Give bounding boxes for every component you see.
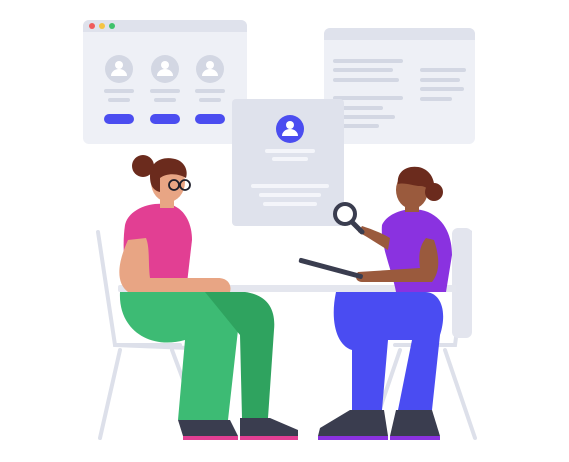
hair-bun	[425, 183, 443, 201]
window-close-dot	[89, 23, 95, 29]
left-shoe	[178, 420, 238, 436]
left-shoe	[318, 410, 388, 436]
window-titlebar	[83, 20, 247, 32]
profile-action-button	[195, 114, 225, 124]
hair-bun	[132, 155, 154, 177]
profile-action-button	[104, 114, 134, 124]
document-card-header	[324, 28, 475, 40]
profile-action-button	[150, 114, 180, 124]
tablet	[298, 257, 363, 279]
interview-illustration	[83, 20, 477, 440]
green-pants	[119, 292, 239, 420]
magnifying-glass-icon	[333, 202, 365, 235]
blue-pants	[333, 292, 444, 410]
right-shoe	[390, 410, 440, 436]
right-chair-back	[452, 228, 472, 338]
window-minimize-dot	[99, 23, 105, 29]
window-maximize-dot	[109, 23, 115, 29]
profiles-window-card	[83, 20, 247, 144]
right-shoe	[240, 418, 298, 436]
profile-detail-card	[232, 99, 344, 226]
document-card	[324, 28, 475, 144]
